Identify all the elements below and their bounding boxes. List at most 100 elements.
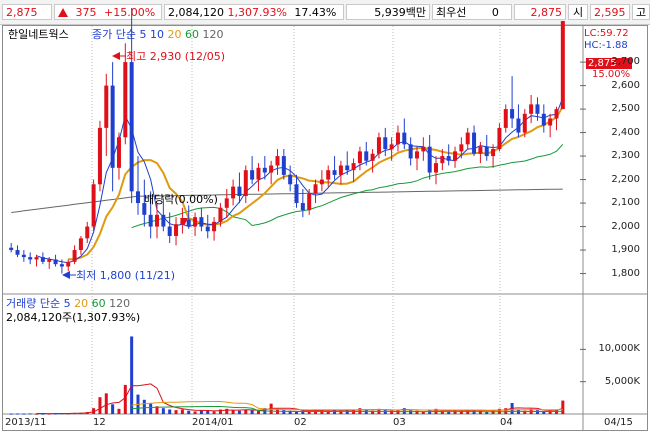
high-annotation: 최고 2,930 (12/05) — [126, 50, 226, 63]
volume-bar — [212, 411, 216, 414]
candle-body — [15, 250, 20, 255]
volume-bar — [231, 410, 235, 414]
volume-bar — [237, 410, 241, 414]
candle-body — [237, 186, 242, 197]
candle-body — [338, 165, 343, 175]
volume-bar — [28, 413, 32, 415]
candle-body — [300, 203, 305, 211]
volume-bar — [193, 411, 197, 414]
candle-body — [97, 127, 102, 185]
candle-body — [148, 214, 153, 227]
candle-body — [554, 109, 559, 119]
candle-body — [491, 149, 496, 157]
candle-body — [326, 170, 331, 180]
candle-body — [478, 146, 483, 154]
candle-body — [357, 151, 362, 164]
candle-body — [472, 132, 477, 154]
low-arrow-icon — [62, 271, 70, 279]
volume-bar — [180, 409, 184, 414]
volume-bar — [111, 404, 115, 414]
candle-body — [275, 156, 280, 166]
volume-bar — [168, 409, 172, 414]
candle-body — [40, 257, 45, 262]
candle-body — [212, 221, 217, 232]
volume-bar — [383, 410, 387, 414]
y-tick-label: 2,000 — [611, 220, 640, 232]
candle-body — [516, 118, 521, 133]
candle-body — [155, 214, 160, 227]
low-annotation: 최저 1,800 (11/21) — [76, 269, 176, 282]
candle-body — [250, 170, 255, 180]
candle-body — [510, 109, 515, 119]
candle-body — [345, 165, 350, 171]
candle-body — [28, 257, 33, 260]
stock-chart-svg — [3, 8, 647, 430]
volume-bar — [504, 408, 508, 414]
volume-bar — [206, 410, 210, 414]
y-tick-label: 2,600 — [611, 79, 640, 91]
candle-body — [281, 156, 286, 175]
y-tick-label: 1,800 — [611, 267, 640, 279]
candle-body — [21, 254, 26, 258]
candle-body — [34, 257, 39, 260]
volume-bar — [123, 384, 127, 414]
candle-body — [440, 156, 445, 164]
volume-bar — [149, 403, 153, 414]
volume-legend[interactable]: 거래량 단순 5 20 60 120 — [6, 298, 130, 310]
candle-body — [364, 151, 369, 161]
candle-body — [307, 193, 312, 211]
volume-y-tick-label: 5,000K — [604, 375, 640, 387]
volume-bar — [174, 410, 178, 414]
candle-body — [129, 62, 134, 192]
candle-body — [78, 238, 83, 251]
x-tick-label: 04 — [500, 417, 513, 428]
candle-body — [53, 259, 58, 265]
candle-body — [110, 85, 115, 168]
candle-body — [370, 153, 375, 161]
candle-body — [262, 167, 267, 173]
candle-body — [243, 170, 248, 197]
candle-body — [459, 144, 464, 152]
candle-body — [123, 62, 128, 138]
candle-body — [66, 261, 71, 267]
volume-bar — [98, 397, 102, 414]
candle-body — [402, 132, 407, 145]
candle-body — [453, 151, 458, 161]
volume-bar — [104, 393, 108, 414]
candle-body — [205, 226, 210, 232]
candle-body — [199, 217, 204, 227]
candle-body — [161, 214, 166, 227]
candle-body — [503, 109, 508, 128]
candle-body — [104, 85, 109, 128]
price-legend[interactable]: 종가 단순 5 10 20 60 120 — [92, 29, 224, 41]
candle-body — [395, 132, 400, 145]
volume-ma5-line — [36, 383, 563, 415]
candle-body — [484, 146, 489, 157]
candle-body — [288, 174, 293, 185]
candle-body — [186, 219, 191, 227]
y-tick-label: 2,500 — [611, 103, 640, 115]
candle-body — [560, 20, 565, 110]
candle-body — [414, 151, 419, 159]
dividend-annotation: 배당락(0.00%) — [144, 193, 218, 206]
candle-body — [548, 118, 553, 126]
candle-body — [231, 186, 236, 199]
candle-body — [376, 137, 381, 154]
y-tick-label: 2,400 — [611, 126, 640, 138]
x-tick-label: 2013/11 — [5, 417, 47, 428]
candle-body — [135, 191, 140, 204]
volume-bar — [561, 400, 565, 414]
candle-body — [91, 184, 96, 227]
candle-body — [269, 165, 274, 173]
y-tick-label: 2,700 — [611, 56, 640, 68]
lc-label: LC:59.72 — [584, 28, 629, 39]
candle-body — [193, 217, 198, 227]
candle-body — [332, 170, 337, 175]
candle-body — [446, 156, 451, 161]
x-tick-label: 02 — [294, 417, 307, 428]
candle-body — [351, 163, 356, 171]
candle-body — [408, 144, 413, 159]
candle-body — [256, 167, 261, 180]
candle-body — [535, 104, 540, 114]
ma5-line — [36, 97, 564, 264]
